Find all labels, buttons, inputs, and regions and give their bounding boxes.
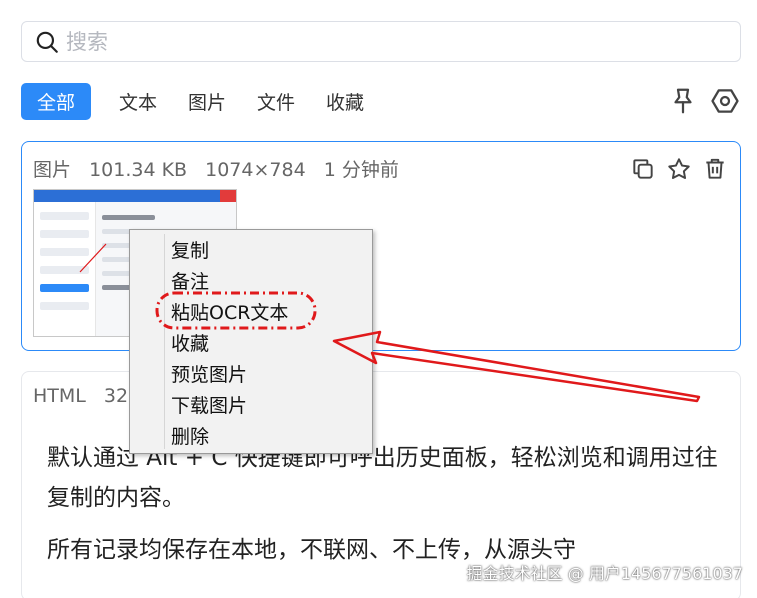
context-menu-gutter (164, 234, 165, 449)
menu-item-paste-ocr[interactable]: 粘贴OCR文本 (171, 296, 288, 327)
menu-item-preview-image[interactable]: 预览图片 (171, 358, 247, 389)
clip-time: 1 分钟前 (323, 159, 399, 181)
thumbnail-close (220, 190, 236, 202)
filter-tabs: 全部 文本 图片 文件 收藏 (21, 83, 393, 120)
menu-item-delete[interactable]: 删除 (171, 420, 209, 451)
clip-size: 101.34 KB (89, 159, 188, 181)
thumbnail-sidebar-item (40, 302, 89, 310)
clip-count: 32 (103, 385, 129, 407)
copy-icon[interactable] (630, 156, 656, 182)
search-input[interactable] (66, 29, 666, 54)
trash-icon[interactable] (702, 156, 728, 182)
thumbnail-sidebar (34, 202, 96, 336)
star-icon[interactable] (666, 156, 692, 182)
tab-all[interactable]: 全部 (21, 83, 91, 120)
thumbnail-line (102, 215, 155, 220)
watermark: 掘金技术社区 @ 用户145677561037 (466, 564, 743, 583)
tab-image[interactable]: 图片 (186, 83, 228, 120)
menu-item-favorite[interactable]: 收藏 (171, 327, 209, 358)
top-toolbar (668, 86, 740, 116)
thumbnail-sidebar-item (40, 284, 89, 292)
clip-dimensions: 1074×784 (205, 159, 306, 181)
settings-icon[interactable] (710, 86, 740, 116)
search-icon (36, 31, 58, 53)
clip-type: HTML (33, 385, 86, 407)
clip-type: 图片 (33, 159, 72, 181)
thumbnail-titlebar (34, 190, 236, 202)
clip-actions (630, 156, 728, 182)
thumbnail-sidebar-item (40, 212, 89, 220)
menu-item-download-image[interactable]: 下载图片 (171, 389, 247, 420)
tab-file[interactable]: 文件 (255, 83, 297, 120)
pin-icon[interactable] (668, 86, 698, 116)
search-bar[interactable] (21, 21, 741, 62)
thumbnail-sidebar-item (40, 230, 89, 238)
thumbnail-sidebar-item (40, 266, 89, 274)
menu-item-note[interactable]: 备注 (171, 265, 209, 296)
tab-text[interactable]: 文本 (117, 83, 159, 120)
tab-favorite[interactable]: 收藏 (324, 83, 366, 120)
context-menu: 复制 备注 粘贴OCR文本 收藏 预览图片 下载图片 删除 (129, 229, 373, 454)
clip-meta: HTML 32 (33, 385, 140, 407)
thumbnail-sidebar-item (40, 248, 89, 256)
clip-meta: 图片 101.34 KB 1074×784 1 分钟前 (33, 155, 411, 182)
menu-item-copy[interactable]: 复制 (171, 234, 209, 265)
